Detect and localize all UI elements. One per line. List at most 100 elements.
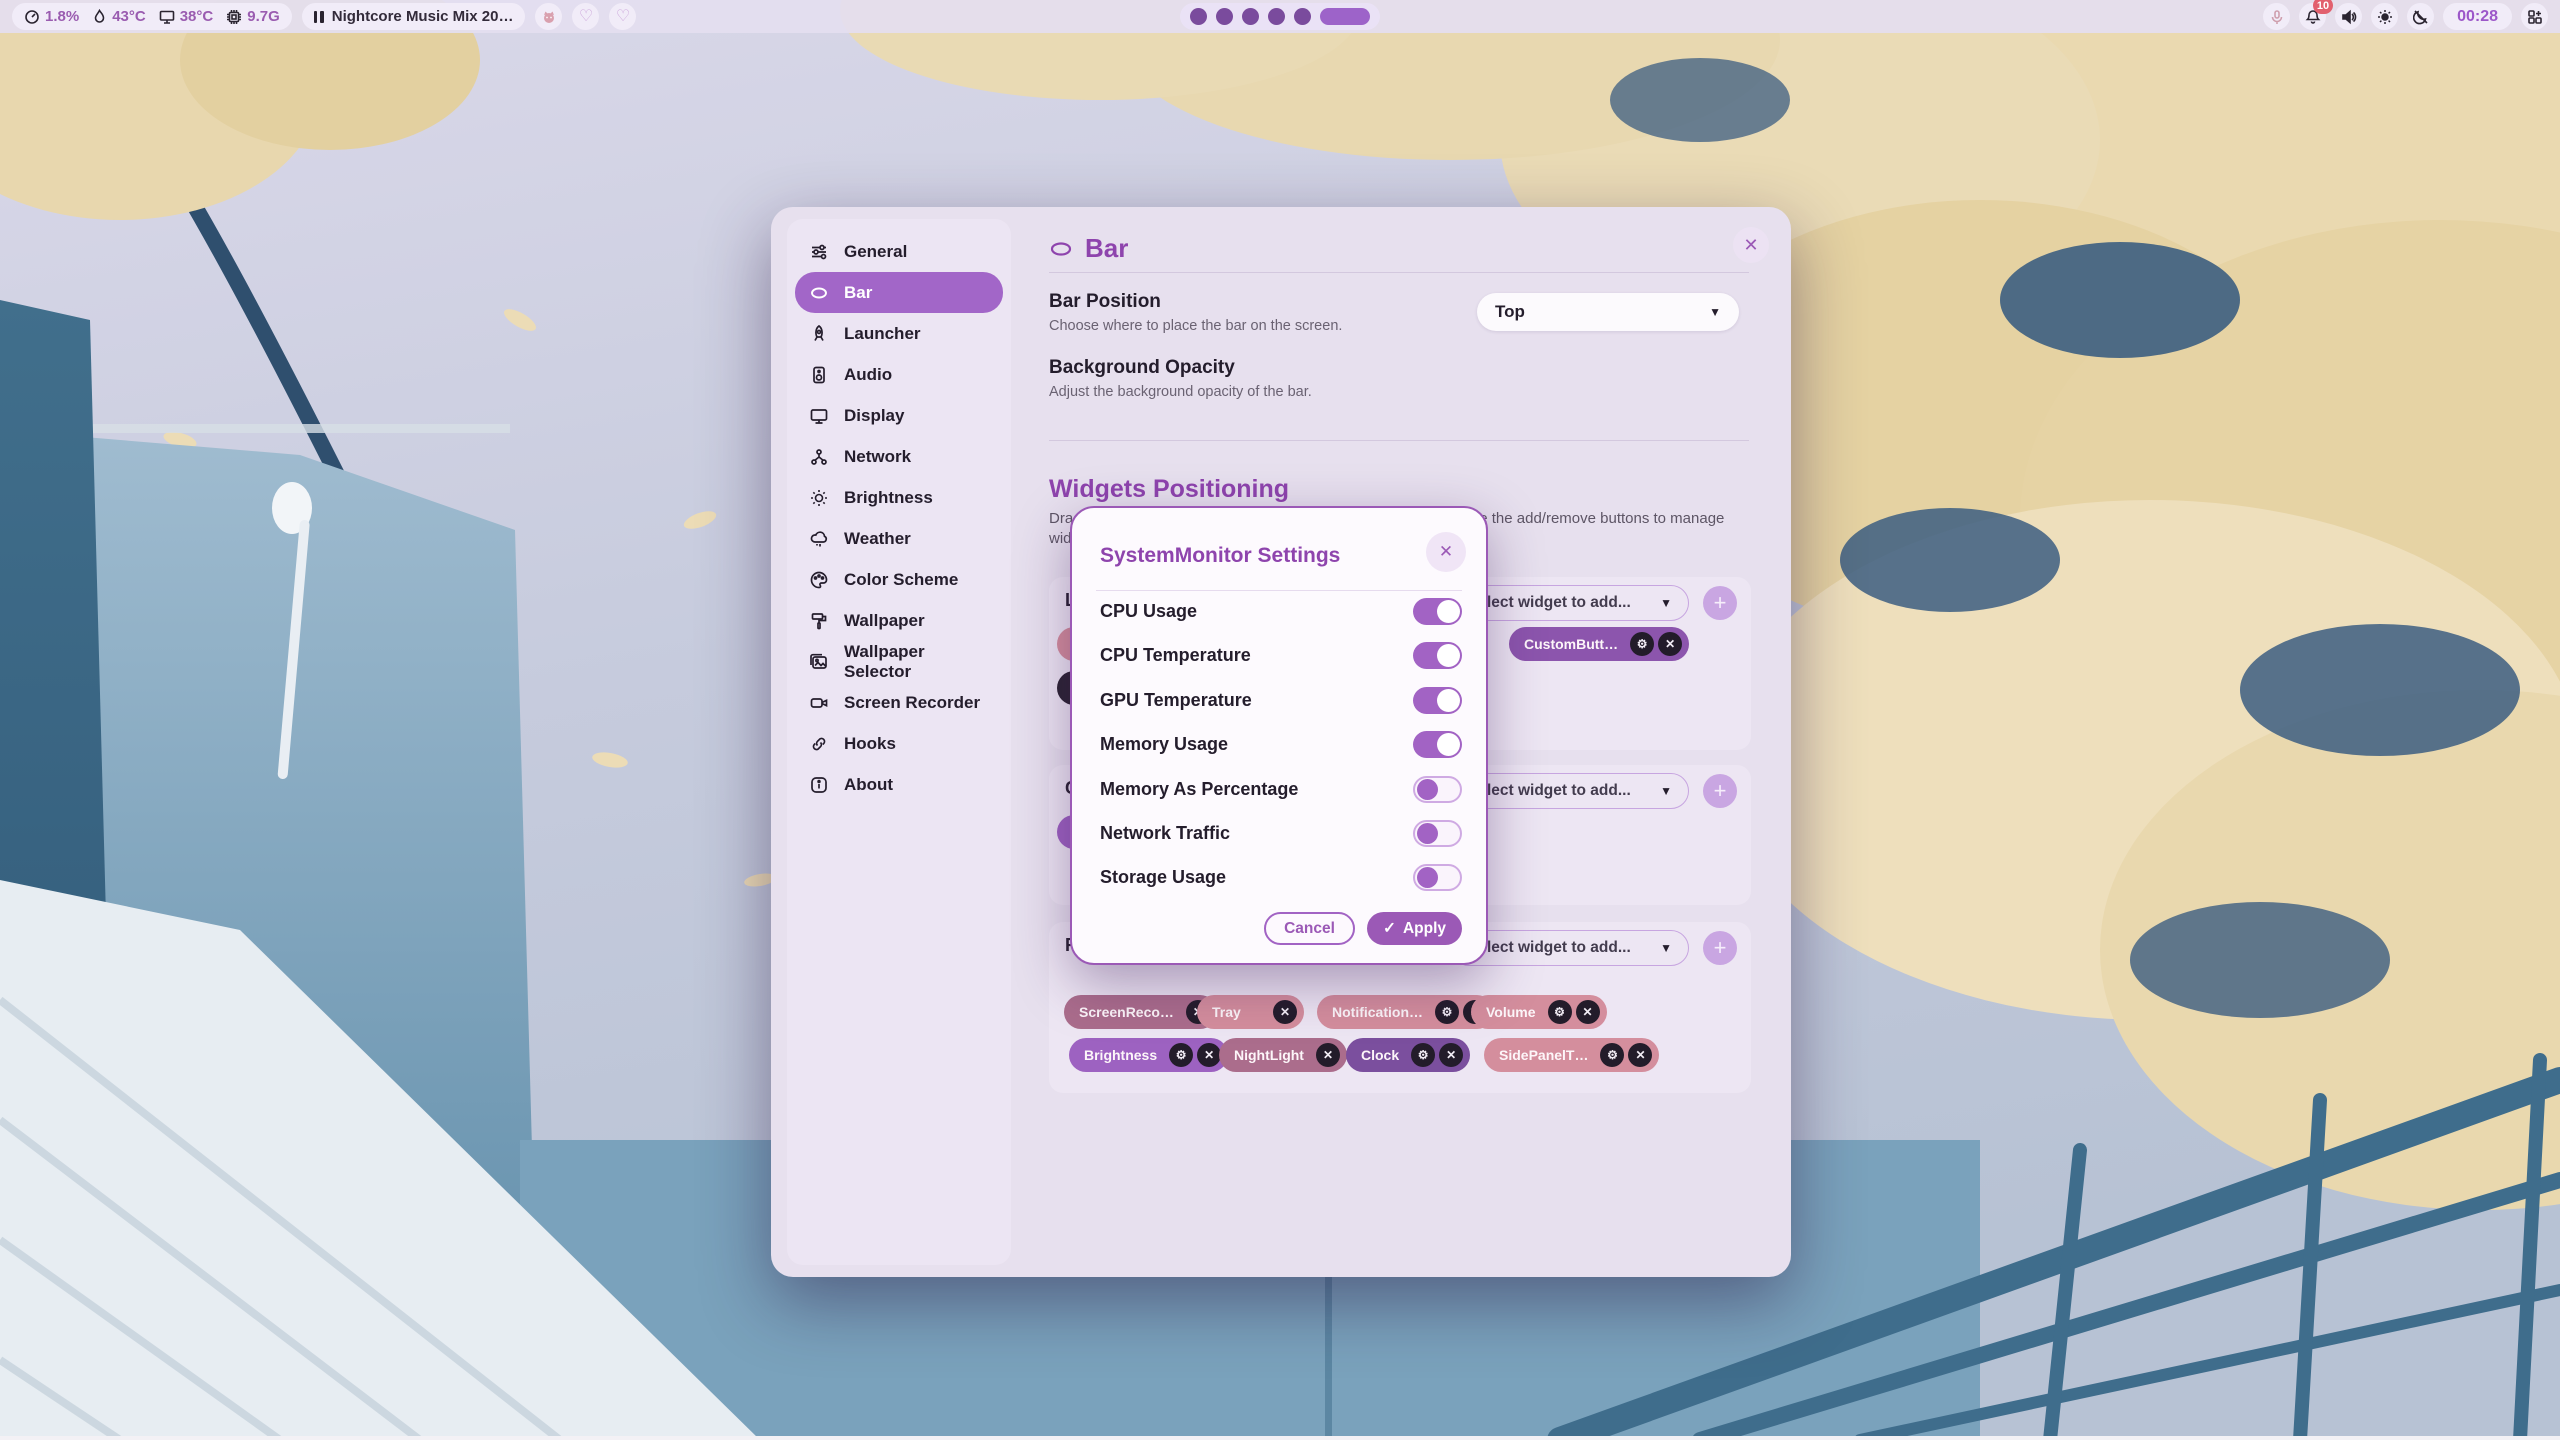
- memory-stat: 9.7G: [226, 8, 280, 25]
- heart-icon: ♡: [616, 9, 630, 25]
- favorite-button-2[interactable]: ♡: [609, 3, 636, 30]
- widget-chip-sidepanel[interactable]: SidePanelT… ⚙ ✕: [1484, 1038, 1659, 1072]
- toggle-label: GPU Temperature: [1100, 690, 1252, 711]
- memory-usage-toggle[interactable]: [1413, 731, 1462, 758]
- sidebar-item-weather[interactable]: Weather: [795, 518, 1003, 559]
- notifications-button[interactable]: 10: [2299, 3, 2326, 30]
- chip-label: CustomButt…: [1524, 636, 1618, 652]
- cpu-temperature-toggle[interactable]: [1413, 642, 1462, 669]
- sidebar-label: Screen Recorder: [844, 693, 980, 713]
- gear-icon[interactable]: ⚙: [1600, 1043, 1624, 1067]
- center-add-widget-button[interactable]: +: [1703, 774, 1737, 808]
- add-widget-placeholder: Select widget to add...: [1468, 939, 1631, 957]
- widget-chip-custombutton[interactable]: CustomButt… ⚙ ✕: [1509, 627, 1689, 661]
- right-add-widget-button[interactable]: +: [1703, 931, 1737, 965]
- dialog-close-button[interactable]: ✕: [1426, 532, 1466, 572]
- sidebar-item-general[interactable]: General: [795, 231, 1003, 272]
- sidebar-item-wallpaper[interactable]: Wallpaper: [795, 600, 1003, 641]
- flame-icon: [92, 9, 107, 25]
- workspace-dot[interactable]: [1294, 8, 1311, 25]
- sliders-icon: [809, 242, 829, 262]
- sidebar-item-audio[interactable]: Audio: [795, 354, 1003, 395]
- divider: [1096, 590, 1462, 591]
- gear-icon[interactable]: ⚙: [1435, 1000, 1459, 1024]
- bar-position-select[interactable]: Top ▼: [1477, 293, 1739, 331]
- chevron-down-icon: ▼: [1660, 784, 1672, 798]
- sidebar-item-bar[interactable]: Bar: [795, 272, 1003, 313]
- chip-label: Brightness: [1084, 1047, 1157, 1063]
- workspace-dot[interactable]: [1268, 8, 1285, 25]
- dialog-title: SystemMonitor Settings: [1100, 544, 1340, 568]
- widget-chip-clock[interactable]: Clock ⚙ ✕: [1346, 1038, 1470, 1072]
- bar-position-description: Choose where to place the bar on the scr…: [1049, 318, 1342, 334]
- widget-chip-volume[interactable]: Volume ⚙ ✕: [1471, 995, 1607, 1029]
- sidebar-item-launcher[interactable]: Launcher: [795, 313, 1003, 354]
- widget-chip-notification[interactable]: Notification… ⚙ ✕: [1317, 995, 1494, 1029]
- sidebar-item-screen-recorder[interactable]: Screen Recorder: [795, 682, 1003, 723]
- chip-label: Tray: [1212, 1004, 1241, 1020]
- gear-icon[interactable]: ⚙: [1548, 1000, 1572, 1024]
- remove-icon[interactable]: ✕: [1576, 1000, 1600, 1024]
- remove-icon[interactable]: ✕: [1273, 1000, 1297, 1024]
- monitor-icon: [809, 406, 829, 426]
- remove-icon[interactable]: ✕: [1439, 1043, 1463, 1067]
- sidebar-item-brightness[interactable]: Brightness: [795, 477, 1003, 518]
- sidebar-item-hooks[interactable]: Hooks: [795, 723, 1003, 764]
- chevron-down-icon: ▼: [1709, 305, 1721, 319]
- cancel-button[interactable]: Cancel: [1264, 912, 1355, 945]
- sidebar-item-color-scheme[interactable]: Color Scheme: [795, 559, 1003, 600]
- heart-icon: ♡: [579, 9, 593, 25]
- palette-icon: [809, 570, 829, 590]
- favorite-button-1[interactable]: ♡: [572, 3, 599, 30]
- storage-usage-toggle[interactable]: [1413, 864, 1462, 891]
- background-opacity-label: Background Opacity: [1049, 357, 1312, 379]
- chip-icon: [226, 9, 242, 25]
- sidebar-item-network[interactable]: Network: [795, 436, 1003, 477]
- widget-chip-nightlight[interactable]: NightLight ✕: [1219, 1038, 1347, 1072]
- remove-icon[interactable]: ✕: [1316, 1043, 1340, 1067]
- desktop: 1.8% 43°C 38°C 9.7G Nightcore Music Mix …: [0, 0, 2560, 1440]
- workspace-dot[interactable]: [1216, 8, 1233, 25]
- bar-pill-icon: [809, 283, 829, 303]
- nightlight-button[interactable]: [2407, 3, 2434, 30]
- clock[interactable]: 00:28: [2443, 3, 2512, 30]
- brightness-button[interactable]: [2371, 3, 2398, 30]
- apply-button[interactable]: ✓Apply: [1367, 912, 1462, 945]
- bar-position-label: Bar Position: [1049, 291, 1342, 313]
- cpu-usage-toggle[interactable]: [1413, 598, 1462, 625]
- chip-label: Notification…: [1332, 1004, 1423, 1020]
- pet-button[interactable]: [535, 3, 562, 30]
- widget-chip-tray[interactable]: Tray ✕: [1197, 995, 1304, 1029]
- remove-icon[interactable]: ✕: [1197, 1043, 1221, 1067]
- volume-button[interactable]: [2335, 3, 2362, 30]
- workspace-dot[interactable]: [1242, 8, 1259, 25]
- workspace-dot[interactable]: [1190, 8, 1207, 25]
- page-title: Bar: [1049, 233, 1128, 264]
- overview-button[interactable]: [2521, 3, 2548, 30]
- workspace-active-dot[interactable]: [1320, 8, 1370, 25]
- rocket-icon: [809, 324, 829, 344]
- system-stats-pill[interactable]: 1.8% 43°C 38°C 9.7G: [12, 3, 292, 30]
- media-player-pill[interactable]: Nightcore Music Mix 20…: [302, 3, 526, 30]
- memory-as-percentage-toggle[interactable]: [1413, 776, 1462, 803]
- sidebar-label: Bar: [844, 283, 872, 303]
- workspace-indicator[interactable]: [1180, 3, 1380, 30]
- sidebar-label: Wallpaper Selector: [844, 642, 989, 682]
- speaker-box-icon: [809, 365, 829, 385]
- gpu-temperature-toggle[interactable]: [1413, 687, 1462, 714]
- remove-icon[interactable]: ✕: [1628, 1043, 1652, 1067]
- sidebar-item-wallpaper-selector[interactable]: Wallpaper Selector: [795, 641, 1003, 682]
- recorder-tray-button[interactable]: [2263, 3, 2290, 30]
- gear-icon[interactable]: ⚙: [1630, 632, 1654, 656]
- remove-icon[interactable]: ✕: [1658, 632, 1682, 656]
- toggle-row-memory-as-percentage: Memory As Percentage: [1100, 774, 1462, 804]
- network-traffic-toggle[interactable]: [1413, 820, 1462, 847]
- gear-icon[interactable]: ⚙: [1169, 1043, 1193, 1067]
- sidebar-item-display[interactable]: Display: [795, 395, 1003, 436]
- sidebar-label: About: [844, 775, 893, 795]
- sidebar-item-about[interactable]: About: [795, 764, 1003, 805]
- widget-chip-brightness[interactable]: Brightness ⚙ ✕: [1069, 1038, 1228, 1072]
- gear-icon[interactable]: ⚙: [1411, 1043, 1435, 1067]
- widget-chip-screenrecorder[interactable]: ScreenReco… ✕: [1064, 995, 1217, 1029]
- left-add-widget-button[interactable]: +: [1703, 586, 1737, 620]
